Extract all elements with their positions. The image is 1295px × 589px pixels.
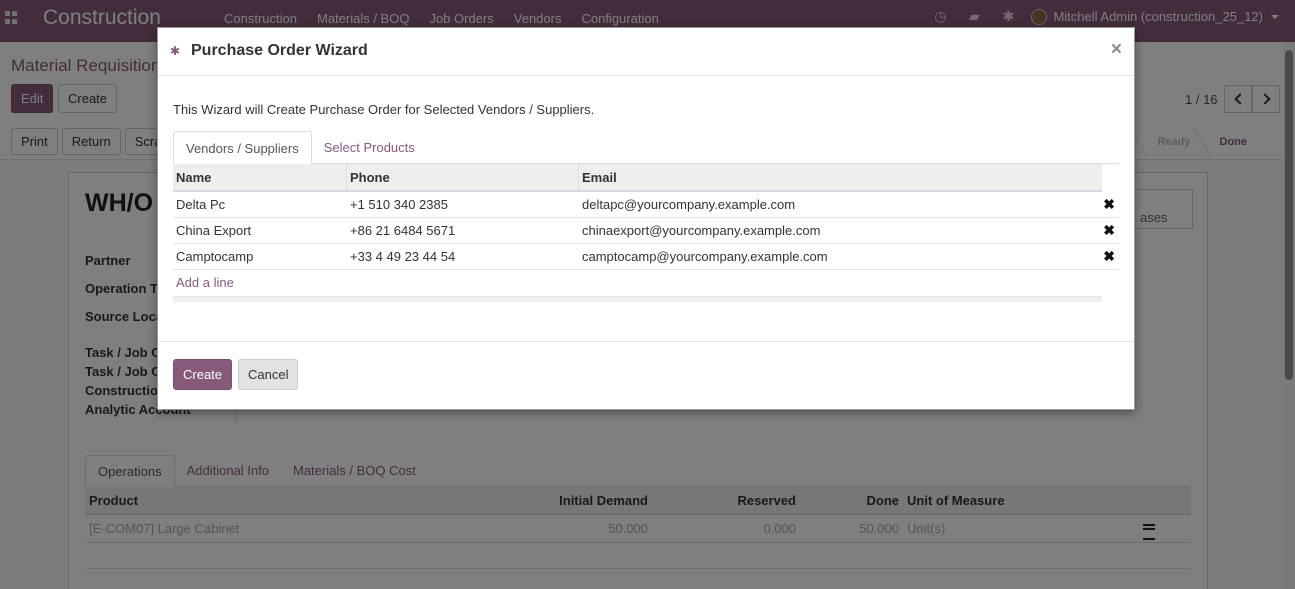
cell-phone: +86 21 6484 5671 <box>350 223 456 238</box>
page-scrollbar[interactable] <box>1283 42 1295 589</box>
bug-icon: ✱ <box>170 44 181 58</box>
dialog-title: Purchase Order Wizard <box>191 42 368 59</box>
close-icon[interactable]: × <box>1111 39 1122 61</box>
cell-name: Delta Pc <box>176 197 226 212</box>
cell-email: camptocamp@yourcompany.example.com <box>582 249 828 264</box>
purchase-order-wizard-dialog: ✱ Purchase Order Wizard × This Wizard wi… <box>157 27 1135 410</box>
cell-name: Camptocamp <box>176 249 254 264</box>
add-line-link[interactable]: Add a line <box>173 270 1119 296</box>
table-row[interactable]: Delta Pc +1 510 340 2385 deltapc@yourcom… <box>173 192 1119 218</box>
table-row[interactable]: Camptocamp +33 4 49 23 44 54 camptocamp@… <box>173 244 1119 270</box>
delete-icon[interactable]: ✖ <box>1103 248 1115 264</box>
cell-name: China Export <box>176 223 252 238</box>
cancel-button[interactable]: Cancel <box>238 359 299 390</box>
create-button[interactable]: Create <box>173 359 233 390</box>
delete-icon[interactable]: ✖ <box>1103 222 1115 238</box>
cell-phone: +1 510 340 2385 <box>350 197 448 212</box>
dialog-footer: Create Cancel <box>158 341 1134 409</box>
table-footer-rule <box>173 296 1102 302</box>
column-phone[interactable]: Phone <box>347 164 579 190</box>
dialog-header: ✱ Purchase Order Wizard × <box>158 28 1134 76</box>
cell-phone: +33 4 49 23 44 54 <box>350 249 456 264</box>
wizard-tabs: Vendors / Suppliers Select Products <box>173 131 1119 164</box>
tab-select-products[interactable]: Select Products <box>312 131 427 163</box>
tab-vendors-suppliers[interactable]: Vendors / Suppliers <box>173 131 312 164</box>
vendors-table: Name Phone Email Delta Pc +1 510 340 238… <box>173 164 1119 302</box>
cell-email: deltapc@yourcompany.example.com <box>582 197 796 212</box>
wizard-description: This Wizard will Create Purchase Order f… <box>173 102 595 117</box>
table-row[interactable]: China Export +86 21 6484 5671 chinaexpor… <box>173 218 1119 244</box>
cell-email: chinaexport@yourcompany.example.com <box>582 223 821 238</box>
column-name[interactable]: Name <box>173 164 347 190</box>
scrollbar-thumb[interactable] <box>1285 50 1293 380</box>
vendors-table-header: Name Phone Email <box>173 164 1102 192</box>
delete-icon[interactable]: ✖ <box>1103 196 1115 212</box>
column-email[interactable]: Email <box>579 164 1102 190</box>
